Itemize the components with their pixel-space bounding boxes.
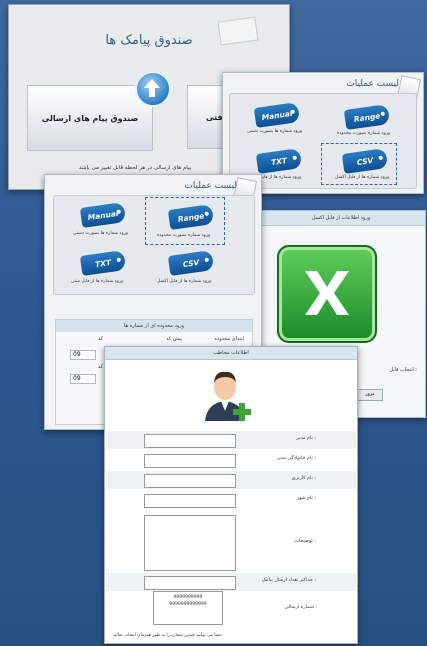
manager-name-input[interactable]: [144, 434, 236, 448]
form-row: نام کاربری :: [106, 471, 356, 489]
csv-label: ورود شماره ها از فایل اکسل: [157, 279, 212, 284]
description-label: توضیحات :: [294, 539, 316, 544]
range-input-a[interactable]: 09: [70, 350, 96, 360]
range-col-start: ابتدای محدوده: [214, 336, 244, 342]
city-input[interactable]: [144, 494, 236, 508]
range-suffix-a: کد: [98, 336, 104, 342]
max-sms-label: حداکثر تعداد ارسال پیامک :: [261, 578, 316, 583]
range-label: ورود شماره بصورت محدوده: [157, 233, 211, 238]
form-row: نام مدیر :: [106, 431, 356, 449]
list-item[interactable]: 9999999999999: [154, 601, 222, 608]
inbox-title: صندوق پیامک ها: [105, 33, 193, 48]
browse-button[interactable]: مرور: [357, 389, 383, 401]
range-suffix-b: کد: [98, 364, 104, 370]
form-row: توضیحات :: [106, 511, 356, 575]
city-label: نام شهر :: [296, 496, 316, 501]
manual-label: ورود شماره ها بصورت دستی: [247, 129, 303, 134]
inbox-note: پیام های ارسالی در هر لحظه قابل تغییر می…: [79, 165, 192, 171]
multi-select-tip: شما می توانید چندین شماره را به طور همزم…: [113, 633, 223, 638]
max-sms-input[interactable]: [144, 576, 236, 590]
csv-label: ورود شماره ها از فایل اکسل: [335, 175, 390, 180]
manual-label: ورود شماره ها بصورت دستی: [73, 231, 129, 236]
list-item[interactable]: 9999999999: [154, 594, 222, 601]
operations-title: لیست عملیات: [346, 79, 399, 89]
contact-header: اطلاعات مخاطب: [105, 347, 357, 360]
upload-arrow-icon: [135, 71, 171, 107]
description-textarea[interactable]: [144, 515, 236, 571]
form-row: حداکثر تعداد ارسال پیامک :: [106, 573, 356, 591]
add-user-icon: [205, 371, 251, 421]
range-label: ورود شماره بصورت محدوده: [337, 131, 391, 136]
sent-messages-button[interactable]: صندوق پیام های ارسالی: [27, 85, 153, 151]
manager-family-input[interactable]: [144, 454, 236, 468]
range-input-b[interactable]: 09: [70, 374, 96, 384]
excel-header: ورود اطلاعات از فایل اکسل: [257, 211, 425, 226]
excel-icon: [277, 245, 377, 343]
username-input[interactable]: [144, 474, 236, 488]
form-row: نام شهر :: [106, 491, 356, 509]
range-header: ورود محدوده ای از شماره ها: [56, 320, 252, 332]
username-label: نام کاربری :: [291, 476, 316, 481]
sender-number-label: شماره ارسالی :: [284, 605, 317, 610]
range-col-prefix: پیش کد: [166, 336, 182, 342]
manager-family-label: نام خانوادگی مدیر :: [276, 456, 316, 461]
sender-number-list[interactable]: 9999999999 9999999999999: [153, 591, 223, 625]
operations-title: لیست عملیات: [184, 181, 237, 191]
txt-label: ورود شماره ها از فایل متنی: [71, 279, 124, 284]
file-select-label: انتخاب فایل :: [389, 367, 417, 373]
form-row: نام خانوادگی مدیر :: [106, 451, 356, 469]
sent-messages-label: صندوق پیام های ارسالی: [41, 113, 139, 123]
contact-panel: اطلاعات مخاطب نام مدیر : نام خانوادگی مد…: [104, 346, 358, 644]
manager-name-label: نام مدیر :: [296, 436, 316, 441]
